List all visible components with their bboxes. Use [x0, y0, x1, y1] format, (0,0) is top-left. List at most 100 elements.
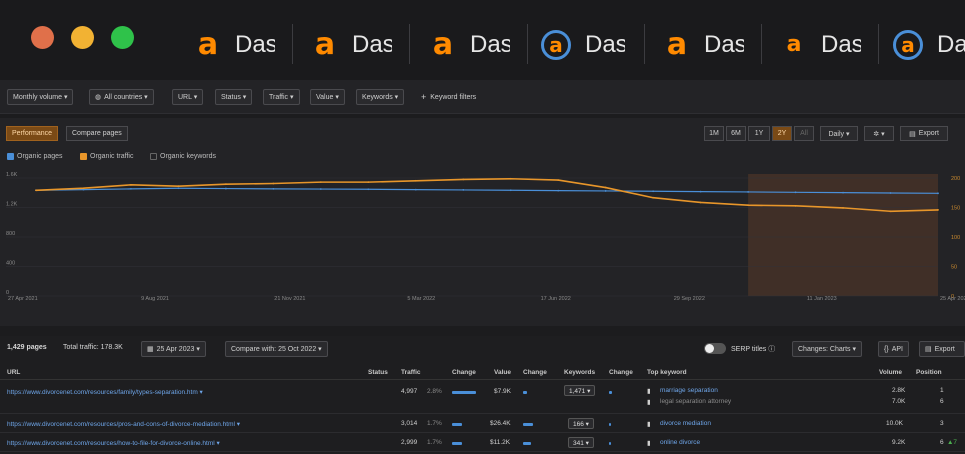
tab-divider	[878, 24, 879, 64]
col-volume[interactable]: Volume	[879, 369, 902, 376]
y-left-tick-label: 800	[6, 231, 15, 237]
data-point	[130, 188, 132, 190]
y-right-tick-label: 150	[951, 206, 960, 212]
range-1m-button[interactable]: 1M	[704, 126, 724, 141]
traffic-value: 2,999	[401, 439, 418, 446]
gear-icon: ✲	[873, 130, 880, 138]
interval-dropdown[interactable]: Daily ▾	[820, 126, 858, 141]
range-all-button[interactable]: All	[794, 126, 814, 141]
value-change-bar	[523, 423, 533, 426]
total-traffic: Total traffic: 178.3K	[63, 344, 123, 351]
data-point	[699, 201, 702, 204]
keywords-filter-dropdown[interactable]: Keywords ▾	[356, 89, 405, 105]
browser-tab-2[interactable]: a Das	[312, 28, 392, 62]
traffic-value: 4,997	[401, 388, 418, 395]
value-filter-dropdown[interactable]: Value ▾	[310, 89, 345, 105]
api-button[interactable]: {} API	[878, 341, 909, 357]
minimize-window-button[interactable]	[71, 26, 94, 49]
page-url-link[interactable]: https://www.divorcenet.com/resources/pro…	[7, 420, 240, 428]
filter-bar: Monthly volume ▾ ◍ All countries ▾ URL ▾…	[0, 80, 965, 114]
data-point	[82, 187, 85, 190]
table-row: https://www.divorcenet.com/resources/fam…	[0, 382, 965, 414]
chart-icon: ▮	[647, 421, 651, 428]
close-window-button[interactable]	[31, 26, 54, 49]
ahrefs-logo-icon: a	[314, 27, 336, 62]
data-point	[414, 188, 417, 191]
url-filter-dropdown[interactable]: URL ▾	[172, 89, 204, 105]
status-filter-dropdown[interactable]: Status ▾	[215, 89, 253, 105]
browser-tab-5[interactable]: a Das	[664, 28, 744, 62]
legend-organic-pages[interactable]: Organic pages	[7, 151, 63, 161]
table-export-button[interactable]: ▤ Export	[919, 341, 965, 357]
export-icon: ▤	[909, 130, 916, 138]
api-label: API	[891, 345, 903, 353]
keywords-dropdown[interactable]: 166 ▾	[568, 418, 594, 429]
col-status[interactable]: Status	[368, 369, 388, 376]
ahrefs-logo-icon: a	[197, 27, 219, 62]
value-change-bar	[523, 391, 528, 394]
keyword-filters-button[interactable]: + Keyword filters	[421, 89, 476, 105]
col-keywords[interactable]: Keywords	[564, 369, 595, 376]
browser-tab-7[interactable]: a Das	[893, 28, 965, 62]
browser-tab-3[interactable]: a Das	[430, 28, 510, 62]
data-point	[367, 181, 370, 184]
browser-tab-4[interactable]: a Das	[541, 28, 625, 62]
date-picker[interactable]: ▦ 25 Apr 2023 ▾	[141, 341, 206, 357]
page-url-link[interactable]: https://www.divorcenet.com/resources/how…	[7, 439, 220, 447]
legend-organic-traffic[interactable]: Organic traffic	[80, 151, 133, 161]
traffic-share: 1.7%	[427, 420, 442, 427]
monthly-volume-dropdown[interactable]: Monthly volume ▾	[7, 89, 74, 105]
chart-settings-button[interactable]: ✲ ▾	[864, 126, 894, 141]
countries-dropdown[interactable]: ◍ All countries ▾	[89, 89, 154, 105]
tab-compare-pages[interactable]: Compare pages	[66, 126, 128, 141]
performance-chart[interactable]: 1.6K1.2K800400020015010050027 Apr 2021 9 …	[0, 166, 965, 326]
keyword-filters-label: Keyword filters	[430, 93, 477, 101]
date-label: 25 Apr 2023 ▾	[156, 346, 200, 353]
col-value-change[interactable]: Change	[523, 369, 547, 376]
keyword-position: 1	[940, 387, 944, 394]
zoom-window-button[interactable]	[111, 26, 134, 49]
col-traffic[interactable]: Traffic	[401, 369, 421, 376]
changes-dropdown[interactable]: Changes: Charts ▾	[792, 341, 862, 357]
top-keyword-link[interactable]: marriage separation	[660, 387, 718, 394]
chart-icon: ▮	[647, 388, 651, 395]
compare-date-picker[interactable]: Compare with: 25 Oct 2022 ▾	[225, 341, 328, 357]
calendar-icon: ▦	[147, 346, 154, 353]
serp-titles-toggle[interactable]	[704, 343, 726, 354]
page-url-link[interactable]: https://www.divorcenet.com/resources/fam…	[7, 388, 203, 396]
keywords-change-bar	[609, 391, 612, 394]
keywords-dropdown[interactable]: 341 ▾	[568, 437, 594, 448]
col-top-keyword[interactable]: Top keyword	[647, 369, 687, 376]
data-point	[130, 183, 132, 186]
data-point	[177, 185, 180, 188]
legend-organic-keywords[interactable]: Organic keywords	[150, 151, 216, 161]
range-2y-button[interactable]: 2Y	[772, 126, 792, 141]
ahrefs-logo-icon: a	[786, 32, 802, 57]
value-change-bar	[523, 442, 532, 445]
table-toolbar: 1,429 pages Total traffic: 178.3K ▦ 25 A…	[0, 336, 965, 362]
serp-titles-text: SERP titles	[731, 346, 767, 353]
chart-export-button[interactable]: ▤ Export	[900, 126, 948, 141]
data-point	[889, 192, 892, 194]
range-1y-button[interactable]: 1Y	[748, 126, 770, 141]
checkbox-unchecked-icon	[150, 152, 157, 160]
top-keyword-link[interactable]: online divorce	[660, 439, 700, 446]
range-6m-button[interactable]: 6M	[726, 126, 746, 141]
col-position[interactable]: Position	[916, 369, 942, 376]
checkbox-checked-icon	[80, 152, 87, 160]
tab-performance[interactable]: Performance	[6, 126, 59, 141]
x-tick-label: 25 Apr 2023	[940, 296, 965, 302]
top-keyword-link[interactable]: divorce mediation	[660, 420, 711, 427]
x-tick-label: 17 Jun 2022	[541, 296, 571, 302]
col-traffic-change[interactable]: Change	[452, 369, 476, 376]
col-value[interactable]: Value	[494, 369, 511, 376]
tab-title: Das	[821, 31, 861, 58]
browser-tab-1[interactable]: a Das	[195, 28, 275, 62]
keywords-dropdown[interactable]: 1,471 ▾	[564, 385, 596, 396]
secondary-keyword: legal separation attorney	[660, 398, 732, 405]
col-keywords-change[interactable]: Change	[609, 369, 633, 376]
traffic-filter-dropdown[interactable]: Traffic ▾	[263, 89, 300, 105]
col-url[interactable]: URL	[7, 369, 20, 376]
tab-divider	[409, 24, 410, 64]
browser-tab-6[interactable]: a Das	[781, 28, 861, 62]
